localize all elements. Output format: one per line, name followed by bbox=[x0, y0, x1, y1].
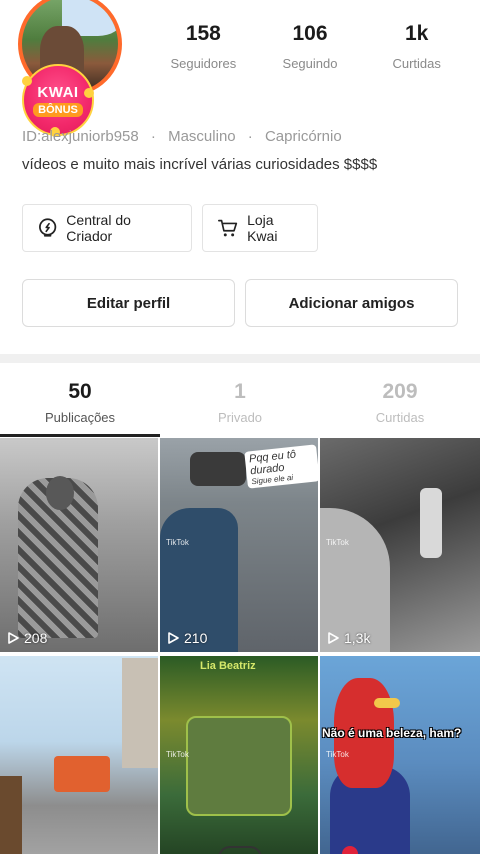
user-sign: Capricórnio bbox=[264, 128, 342, 145]
separator: · bbox=[247, 128, 253, 145]
video-thumbnail[interactable] bbox=[0, 656, 158, 854]
profile-meta: ID:alexjuniorb958 · Masculino · Capricór… bbox=[22, 128, 342, 145]
video-thumbnail[interactable]: Não é uma beleza, ham? TikTok bbox=[320, 656, 480, 854]
tiktok-watermark: TikTok bbox=[326, 750, 349, 759]
dollar-bulb-icon bbox=[39, 218, 57, 237]
stat-label: Seguidores bbox=[170, 56, 237, 71]
view-count-value: 210 bbox=[184, 630, 208, 646]
view-count-value: 1,3k bbox=[344, 630, 371, 646]
section-divider bbox=[0, 354, 480, 363]
overlay-text: Lia Beatriz bbox=[200, 660, 256, 672]
kwai-shop-button[interactable]: Loja Kwai bbox=[202, 204, 318, 252]
video-thumbnail[interactable]: TikTok 1,3k bbox=[320, 438, 480, 652]
play-icon bbox=[8, 632, 19, 644]
profile-stats: 158 Seguidores 106 Seguindo 1k Curtidas bbox=[150, 22, 470, 71]
tab-private[interactable]: 1 Privado bbox=[160, 372, 320, 436]
coin-icon bbox=[84, 88, 94, 98]
video-caption: Não é uma beleza, ham? bbox=[322, 726, 462, 740]
tab-count: 209 bbox=[382, 380, 418, 403]
view-count-value: 208 bbox=[24, 630, 48, 646]
play-icon bbox=[168, 632, 179, 644]
profile-bio: vídeos e muito mais incrível várias curi… bbox=[22, 156, 378, 173]
tab-count: 50 bbox=[68, 380, 92, 403]
bonus-title: KWAI bbox=[37, 83, 79, 101]
video-thumbnail[interactable]: Lia Beatriz TikTok bbox=[160, 656, 318, 854]
profile-screen: KWAI BÔNUS 158 Seguidores 106 Seguindo 1… bbox=[0, 0, 480, 854]
stat-likes[interactable]: 1k Curtidas bbox=[363, 22, 470, 71]
stat-value: 158 bbox=[185, 22, 221, 45]
cart-icon bbox=[218, 219, 238, 237]
stat-following[interactable]: 106 Seguindo bbox=[257, 22, 364, 71]
bottom-nav-hint bbox=[218, 846, 262, 854]
user-id[interactable]: ID:alexjuniorb958 bbox=[22, 128, 139, 145]
view-count: 208 bbox=[6, 630, 47, 646]
creator-center-label: Central do Criador bbox=[66, 212, 131, 244]
stat-value: 1k bbox=[405, 22, 429, 45]
bonus-subtitle: BÔNUS bbox=[33, 102, 83, 117]
video-thumbnail[interactable]: Pqq eu tô durado Sigue ele ai TikTok 210 bbox=[160, 438, 318, 652]
user-gender: Masculino bbox=[168, 128, 236, 145]
coin-icon bbox=[22, 76, 32, 86]
view-count: 1,3k bbox=[326, 630, 370, 646]
tab-publications[interactable]: 50 Publicações bbox=[0, 372, 160, 436]
avatar[interactable]: KWAI BÔNUS bbox=[18, 0, 124, 137]
tab-label: Privado bbox=[217, 410, 263, 425]
creator-center-button[interactable]: Central do Criador bbox=[22, 204, 192, 252]
separator: · bbox=[150, 128, 156, 145]
edit-profile-button[interactable]: Editar perfil bbox=[22, 279, 235, 327]
video-grid: 208 Pqq eu tô durado Sigue ele ai TikTok… bbox=[0, 438, 480, 854]
stat-label: Curtidas bbox=[392, 56, 441, 71]
video-thumbnail[interactable]: 208 bbox=[0, 438, 158, 652]
profile-tabs: 50 Publicações 1 Privado 209 Curtidas bbox=[0, 372, 480, 436]
play-icon bbox=[328, 632, 339, 644]
add-friends-button[interactable]: Adicionar amigos bbox=[245, 279, 458, 327]
tiktok-watermark: TikTok bbox=[326, 538, 349, 547]
active-tab-indicator bbox=[0, 434, 160, 437]
stat-value: 106 bbox=[292, 22, 328, 45]
kwai-bonus-badge[interactable]: KWAI BÔNUS bbox=[22, 64, 94, 137]
view-count: 210 bbox=[166, 630, 207, 646]
stat-followers[interactable]: 158 Seguidores bbox=[150, 22, 257, 71]
tiktok-watermark: TikTok bbox=[166, 538, 189, 547]
kwai-shop-label: Loja Kwai bbox=[247, 212, 278, 244]
stat-label: Seguindo bbox=[282, 56, 338, 71]
sticker-text: Pqq eu tô durado Sigue ele ai bbox=[244, 444, 318, 489]
tab-likes[interactable]: 209 Curtidas bbox=[320, 372, 480, 436]
tiktok-watermark: TikTok bbox=[166, 750, 189, 759]
tab-count: 1 bbox=[234, 380, 246, 403]
tab-label: Publicações bbox=[44, 410, 116, 425]
tab-label: Curtidas bbox=[375, 410, 425, 425]
